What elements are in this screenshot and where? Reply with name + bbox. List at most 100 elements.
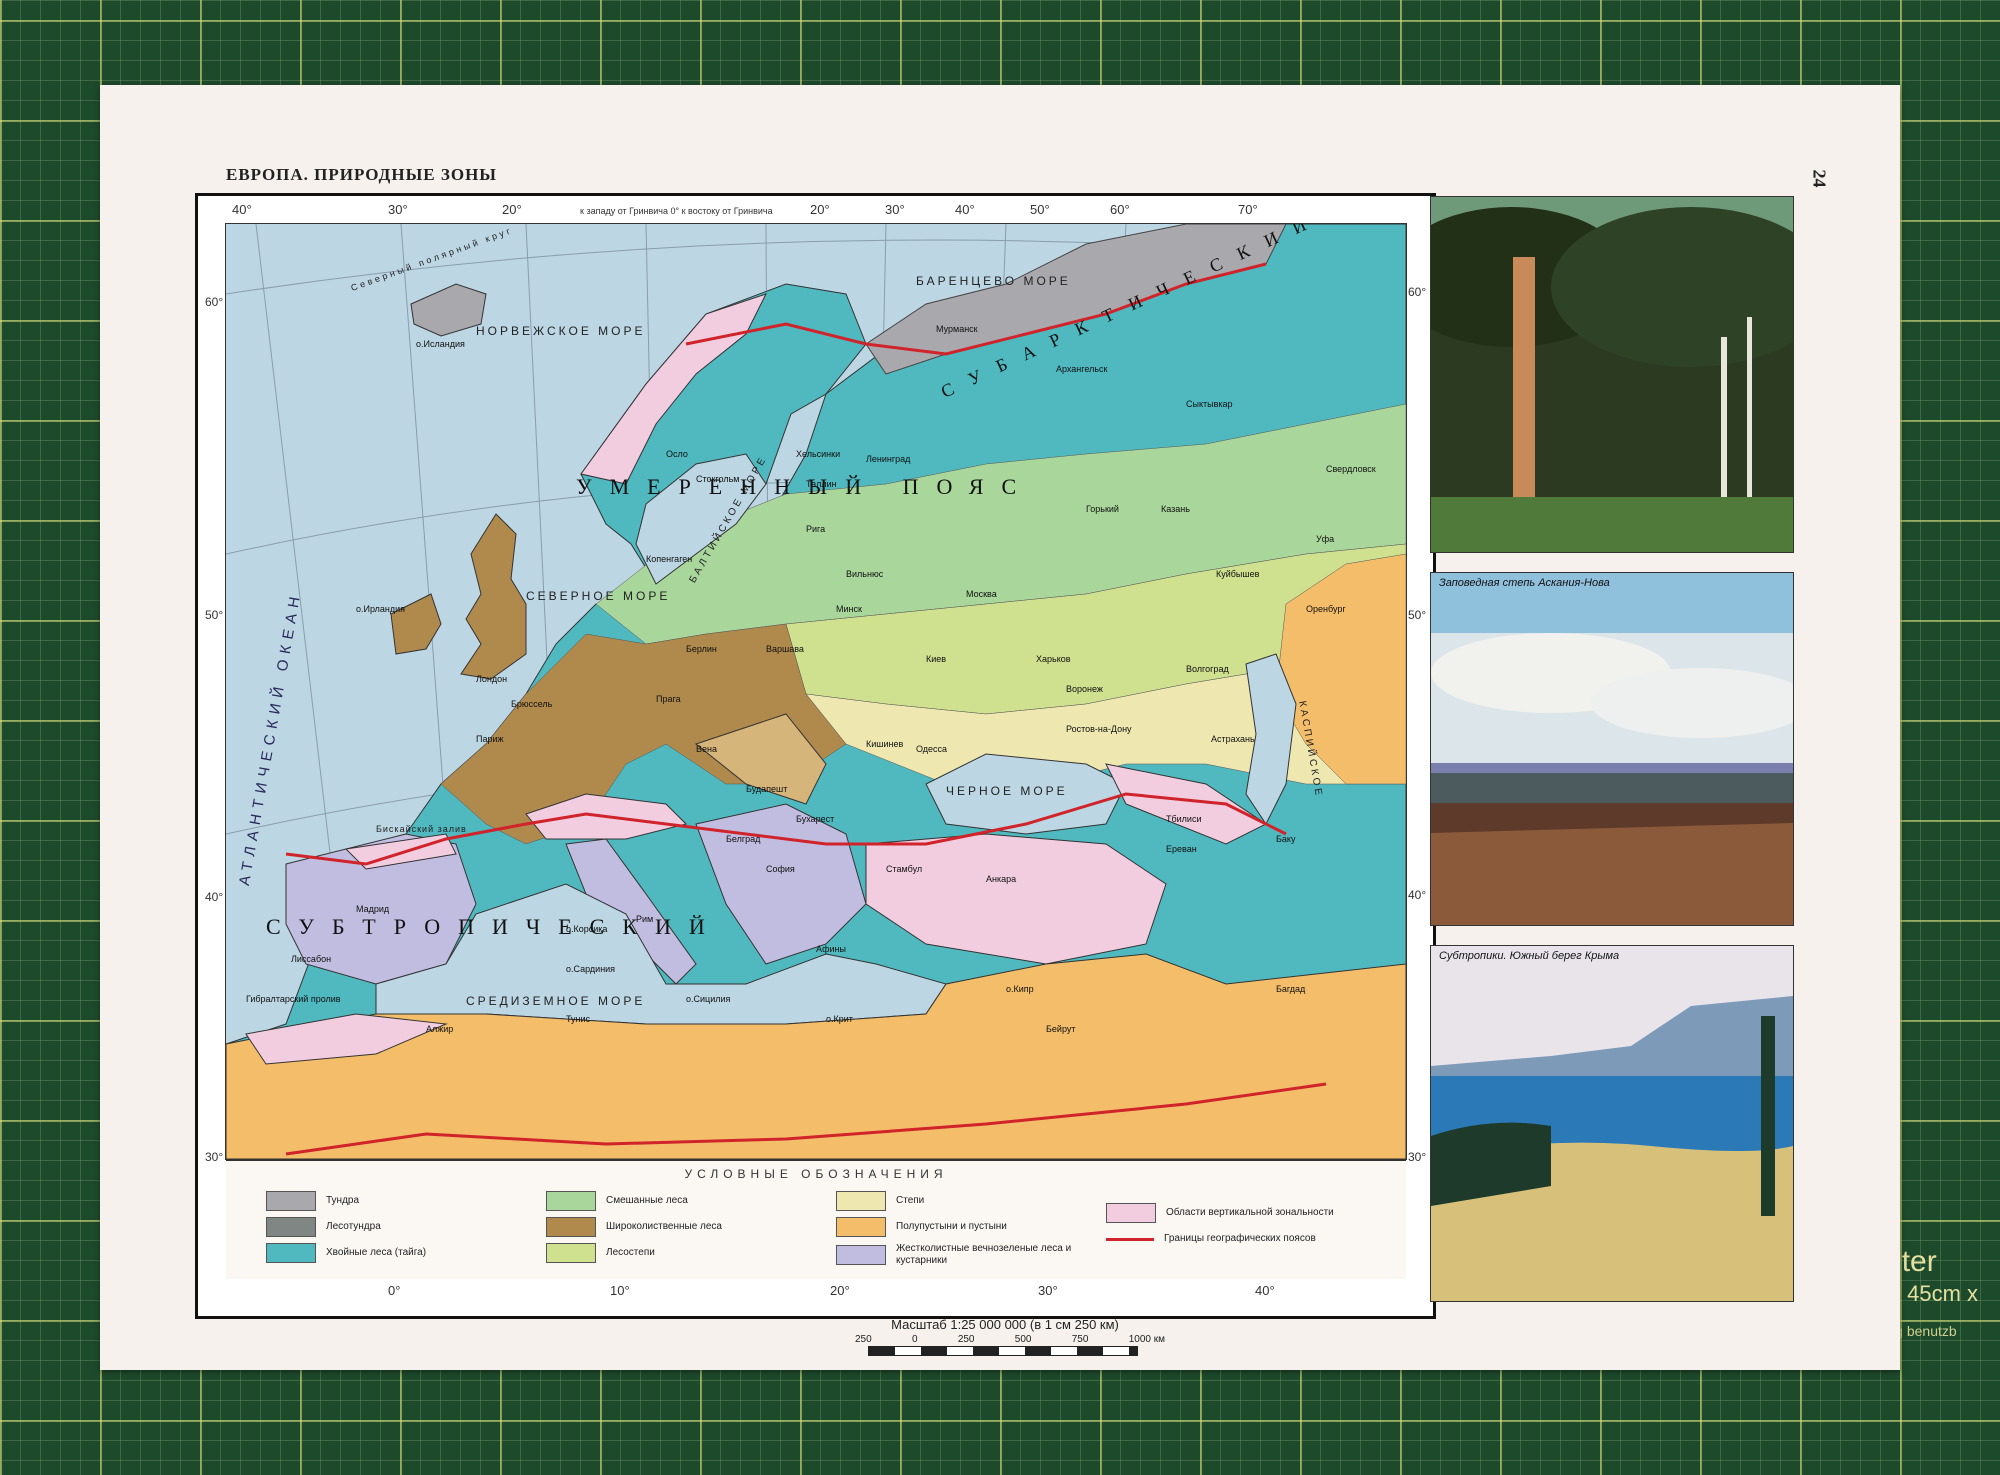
photo-caption: Субтропики. Южный берег Крыма	[1439, 950, 1620, 962]
city-label: Ленинград	[866, 454, 911, 464]
legend-swatch	[546, 1243, 596, 1263]
north-sea-label: СЕВЕРНОЕ МОРЕ	[526, 589, 671, 603]
lon-label: 50°	[1030, 202, 1050, 217]
city-label: Харьков	[1036, 654, 1071, 664]
map-scale-label: Масштаб 1:25 000 000 (в 1 см 250 км)	[891, 1317, 1119, 1332]
legend-item-steppe: Степи	[836, 1191, 924, 1211]
legend-item-desert: Полупустыни и пустыни	[836, 1217, 1007, 1237]
city-label: Алжир	[426, 1024, 454, 1034]
lon-label: 40°	[955, 202, 975, 217]
city-label: Баку	[1276, 834, 1296, 844]
city-label: Мадрид	[356, 904, 390, 914]
lon-label: 40°	[1255, 1283, 1275, 1298]
city-label: Варшава	[766, 644, 804, 654]
legend-item-mediterranean: Жестколистные вечнозеленые леса и кустар…	[836, 1243, 1076, 1267]
city-label: Копенгаген	[646, 554, 693, 564]
legend-swatch	[546, 1191, 596, 1211]
legend-swatch	[266, 1217, 316, 1237]
norwegian-sea-label: НОРВЕЖСКОЕ МОРЕ	[476, 324, 646, 338]
city-label: Анкара	[986, 874, 1017, 884]
scale-tick: 0	[911, 1334, 918, 1345]
scale-tick: 1000 км	[1128, 1334, 1165, 1345]
legend-swatch	[266, 1243, 316, 1263]
city-label: Горький	[1086, 504, 1119, 514]
legend-label: Смешанные леса	[606, 1195, 688, 1206]
black-sea-label: ЧЕРНОЕ МОРЕ	[946, 784, 1068, 798]
legend-swatch	[836, 1191, 886, 1211]
lon-label: 30°	[885, 202, 905, 217]
city-label: Брюссель	[511, 699, 553, 709]
city-label: Лондон	[476, 674, 508, 684]
city-label: Париж	[476, 734, 504, 744]
legend-swatch	[266, 1191, 316, 1211]
city-label: София	[766, 864, 795, 874]
city-label: Ереван	[1166, 844, 1197, 854]
lat-label: 60°	[205, 295, 224, 309]
legend-item-taiga: Хвойные леса (тайга)	[266, 1243, 426, 1263]
city-label: Архангельск	[1056, 364, 1108, 374]
legend-swatch	[836, 1217, 886, 1237]
lat-label: 60°	[1408, 285, 1427, 299]
scale-tick: 750	[1071, 1334, 1089, 1345]
city-label: Сыктывкар	[1186, 399, 1233, 409]
biscay-label: Бискайский залив	[376, 824, 467, 834]
subtropical-zone-label: СУБТРОПИЧЕСКИЙ	[266, 914, 723, 939]
lon-label: 60°	[1110, 202, 1130, 217]
meridian-note: к западу от Гринвича 0° к востоку от Гри…	[580, 206, 773, 216]
map-drawing	[226, 224, 1406, 1159]
legend-item-broadleaf: Широколиственные леса	[546, 1217, 722, 1237]
city-label: Кишинев	[866, 739, 904, 749]
island-label: о.Ирландия	[356, 604, 406, 614]
legend-line-swatch	[1106, 1237, 1154, 1241]
city-label: Куйбышев	[1216, 569, 1260, 579]
city-label: Рига	[806, 524, 826, 534]
legend-label: Хвойные леса (тайга)	[326, 1247, 427, 1258]
legend-label: Степи	[896, 1195, 925, 1206]
island-label: о.Кипр	[1006, 984, 1034, 994]
legend-label: Широколиственные леса	[606, 1221, 722, 1232]
city-label: Одесса	[916, 744, 948, 754]
barents-sea-label: БАРЕНЦЕВО МОРЕ	[916, 274, 1071, 288]
city-label: Багдад	[1276, 984, 1306, 994]
lat-label: 40°	[205, 890, 224, 904]
mediterranean-label: СРЕДИЗЕМНОЕ МОРЕ	[466, 994, 646, 1008]
city-label: Стокгольм	[696, 474, 740, 484]
city-label: Тунис	[566, 1014, 590, 1024]
island-label: о.Крит	[826, 1014, 853, 1024]
page-title: ЕВРОПА. ПРИРОДНЫЕ ЗОНЫ	[226, 165, 497, 184]
europe-natural-zones-map: АТЛАНТИЧЕСКИЙ ОКЕАН Северный полярный кр…	[225, 223, 1407, 1160]
city-label: Рим	[636, 914, 654, 924]
lat-label: 30°	[205, 1150, 224, 1164]
city-label: Вена	[696, 744, 717, 754]
legend-label: Области вертикальной зональности	[1166, 1207, 1334, 1218]
city-label: Киев	[926, 654, 947, 664]
lon-label: 20°	[810, 202, 830, 217]
legend-label: Жестколистные вечнозеленые леса и кустар…	[896, 1243, 1072, 1266]
great-britain	[460, 513, 527, 680]
legend-label: Полупустыни и пустыни	[896, 1221, 1007, 1232]
legend-item-border: Границы географических поясов	[1106, 1233, 1316, 1245]
city-label: Ростов-на-Дону	[1066, 724, 1132, 734]
legend-swatch	[1106, 1203, 1156, 1223]
legend-item-mixed: Смешанные леса	[546, 1191, 688, 1211]
lat-label: 50°	[205, 608, 224, 622]
city-label: Таллин	[806, 479, 837, 489]
city-label: Берлин	[686, 644, 717, 654]
scale-ticks: 250 0 250 500 750 1000 км	[855, 1334, 1165, 1345]
lon-label: 0°	[388, 1283, 401, 1298]
lon-label: 30°	[388, 202, 408, 217]
city-label: Стамбул	[886, 864, 923, 874]
photo-caption: Заповедная степь Аскания-Нова	[1439, 577, 1610, 589]
city-label: Хельсинки	[796, 449, 841, 459]
city-label: Мурманск	[936, 324, 978, 334]
scale-tick: 250	[855, 1334, 872, 1345]
iceland	[410, 283, 487, 337]
lon-label: 10°	[610, 1283, 630, 1298]
lat-label: 50°	[1408, 608, 1427, 622]
city-label: Вильнюс	[846, 569, 884, 579]
ireland	[390, 593, 442, 655]
legend-swatch	[836, 1245, 886, 1265]
city-label: Бейрут	[1046, 1024, 1076, 1034]
island-label: о.Корсика	[566, 924, 608, 934]
legend-label: Лесотундра	[326, 1221, 381, 1232]
